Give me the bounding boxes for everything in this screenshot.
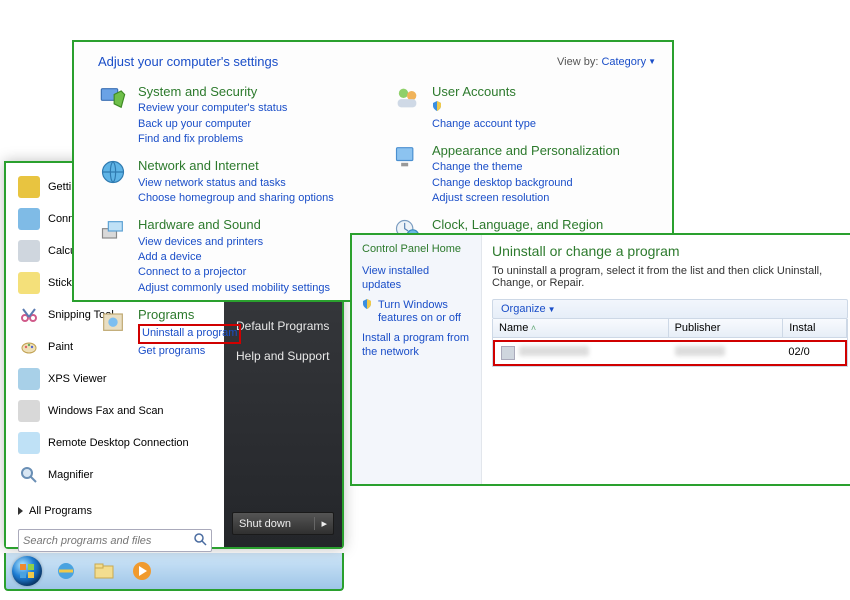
category-user-accounts: User Accounts Change account type [392,83,656,132]
uninstall-title: Uninstall or change a program [492,243,848,259]
category-network-internet: Network and Internet View network status… [98,157,362,206]
app-icon [18,176,40,198]
sublink[interactable]: Change account type [432,117,536,132]
start-search-box[interactable] [18,529,212,552]
programs-icon [98,306,128,336]
control-panel-header: Adjust your computer's settings View by:… [98,54,656,69]
programs-table-header: Name Publisher Instal [493,319,847,338]
paint-icon [18,336,40,358]
table-row-highlighted[interactable]: 02/0 [493,340,847,366]
calculator-icon [18,240,40,262]
program-icon [501,346,515,360]
category-programs: Programs Uninstall a program Get program… [98,306,362,359]
column-installed[interactable]: Instal [783,319,847,337]
category-sublinks: Review your computer's status Back up yo… [138,101,287,147]
adjust-settings-title: Adjust your computer's settings [98,54,278,69]
control-panel-home-link[interactable]: Control Panel Home [362,243,471,255]
user-accounts-icon [392,83,422,113]
start-item-magnifier[interactable]: Magnifier [12,459,218,491]
category-hardware-sound: Hardware and Sound View devices and prin… [98,216,362,296]
sublink[interactable]: Adjust screen resolution [432,191,620,206]
sublink[interactable]: Adjust commonly used mobility settings [138,281,330,296]
search-icon [193,532,207,549]
all-programs-button[interactable]: All Programs [12,499,218,523]
uninstall-sidebar: Control Panel Home View installed update… [352,235,482,484]
taskbar-media-player-icon[interactable] [128,559,156,583]
chevron-down-icon: ▼ [548,305,556,314]
app-icon [18,208,40,230]
sublink[interactable]: Back up your computer [138,117,287,132]
network-internet-icon [98,157,128,187]
sublink[interactable]: Add a device [138,250,330,265]
triangle-right-icon [18,507,23,515]
taskbar-ie-icon[interactable] [52,559,80,583]
uninstall-description: To uninstall a program, select it from t… [492,265,848,289]
uninstall-main: Uninstall or change a program To uninsta… [482,235,850,484]
sublink[interactable]: View network status and tasks [138,176,334,191]
fax-scan-icon [18,400,40,422]
uninstall-programs-window: Control Panel Home View installed update… [350,233,850,486]
organize-dropdown[interactable]: Organize▼ [501,303,556,315]
view-by-group: View by: Category▼ [557,56,656,68]
programs-table: Name Publisher Instal 02/0 [492,319,848,367]
taskbar [4,553,344,591]
category-title[interactable]: System and Security [138,83,287,101]
windows-logo-icon [19,563,35,579]
column-publisher[interactable]: Publisher [669,319,784,337]
hardware-sound-icon [98,216,128,246]
start-item-xps[interactable]: XPS Viewer [12,363,218,395]
install-from-network-link[interactable]: Install a program from the network [362,332,471,360]
system-security-icon [98,83,128,113]
sublink[interactable]: Find and fix problems [138,132,287,147]
sublink[interactable]: Get programs [138,344,241,359]
sublink[interactable]: Connect to a projector [138,265,330,280]
category-title[interactable]: Network and Internet [138,157,334,175]
shield-icon [362,299,372,327]
publisher-blurred [675,346,725,356]
view-by-label: View by: [557,56,598,68]
remote-desktop-icon [18,432,40,454]
category-title[interactable]: Appearance and Personalization [432,142,620,160]
start-orb[interactable] [12,556,42,586]
category-title[interactable]: Clock, Language, and Region [432,216,637,234]
installed-date: 02/0 [782,342,845,364]
sublink[interactable]: Change desktop background [432,176,620,191]
sublink[interactable]: Choose homegroup and sharing options [138,191,334,206]
magnifier-icon [18,464,40,486]
appearance-icon [392,142,422,172]
xps-viewer-icon [18,368,40,390]
category-left-column: System and Security Review your computer… [98,83,362,359]
sublink[interactable]: Change the theme [432,160,620,175]
category-appearance: Appearance and Personalization Change th… [392,142,656,206]
shutdown-area: Shut down ▸ [224,506,342,541]
uninstall-program-link-highlighted[interactable]: Uninstall a program [138,324,241,343]
start-item-rdp[interactable]: Remote Desktop Connection [12,427,218,459]
search-input[interactable] [23,535,193,547]
toolbar: Organize▼ [492,299,848,319]
program-name-blurred [519,346,589,356]
sublink[interactable]: Review your computer's status [138,101,287,116]
chevron-down-icon: ▼ [648,57,656,66]
start-search-area [12,523,218,558]
shield-icon [432,101,536,116]
taskbar-explorer-icon[interactable] [90,559,118,583]
view-installed-updates-link[interactable]: View installed updates [362,265,471,293]
sticky-notes-icon [18,272,40,294]
column-name[interactable]: Name [493,319,669,337]
sublink[interactable]: View devices and printers [138,235,330,250]
view-by-dropdown[interactable]: Category▼ [601,56,656,68]
chevron-right-icon[interactable]: ▸ [314,517,327,530]
shutdown-button[interactable]: Shut down ▸ [232,512,334,535]
category-title[interactable]: User Accounts [432,83,536,101]
snipping-tool-icon [18,304,40,326]
start-item-fax[interactable]: Windows Fax and Scan [12,395,218,427]
turn-windows-features-link[interactable]: Turn Windows features on or off [362,299,471,327]
category-system-security: System and Security Review your computer… [98,83,362,147]
category-title[interactable]: Programs [138,306,241,324]
category-title[interactable]: Hardware and Sound [138,216,330,234]
